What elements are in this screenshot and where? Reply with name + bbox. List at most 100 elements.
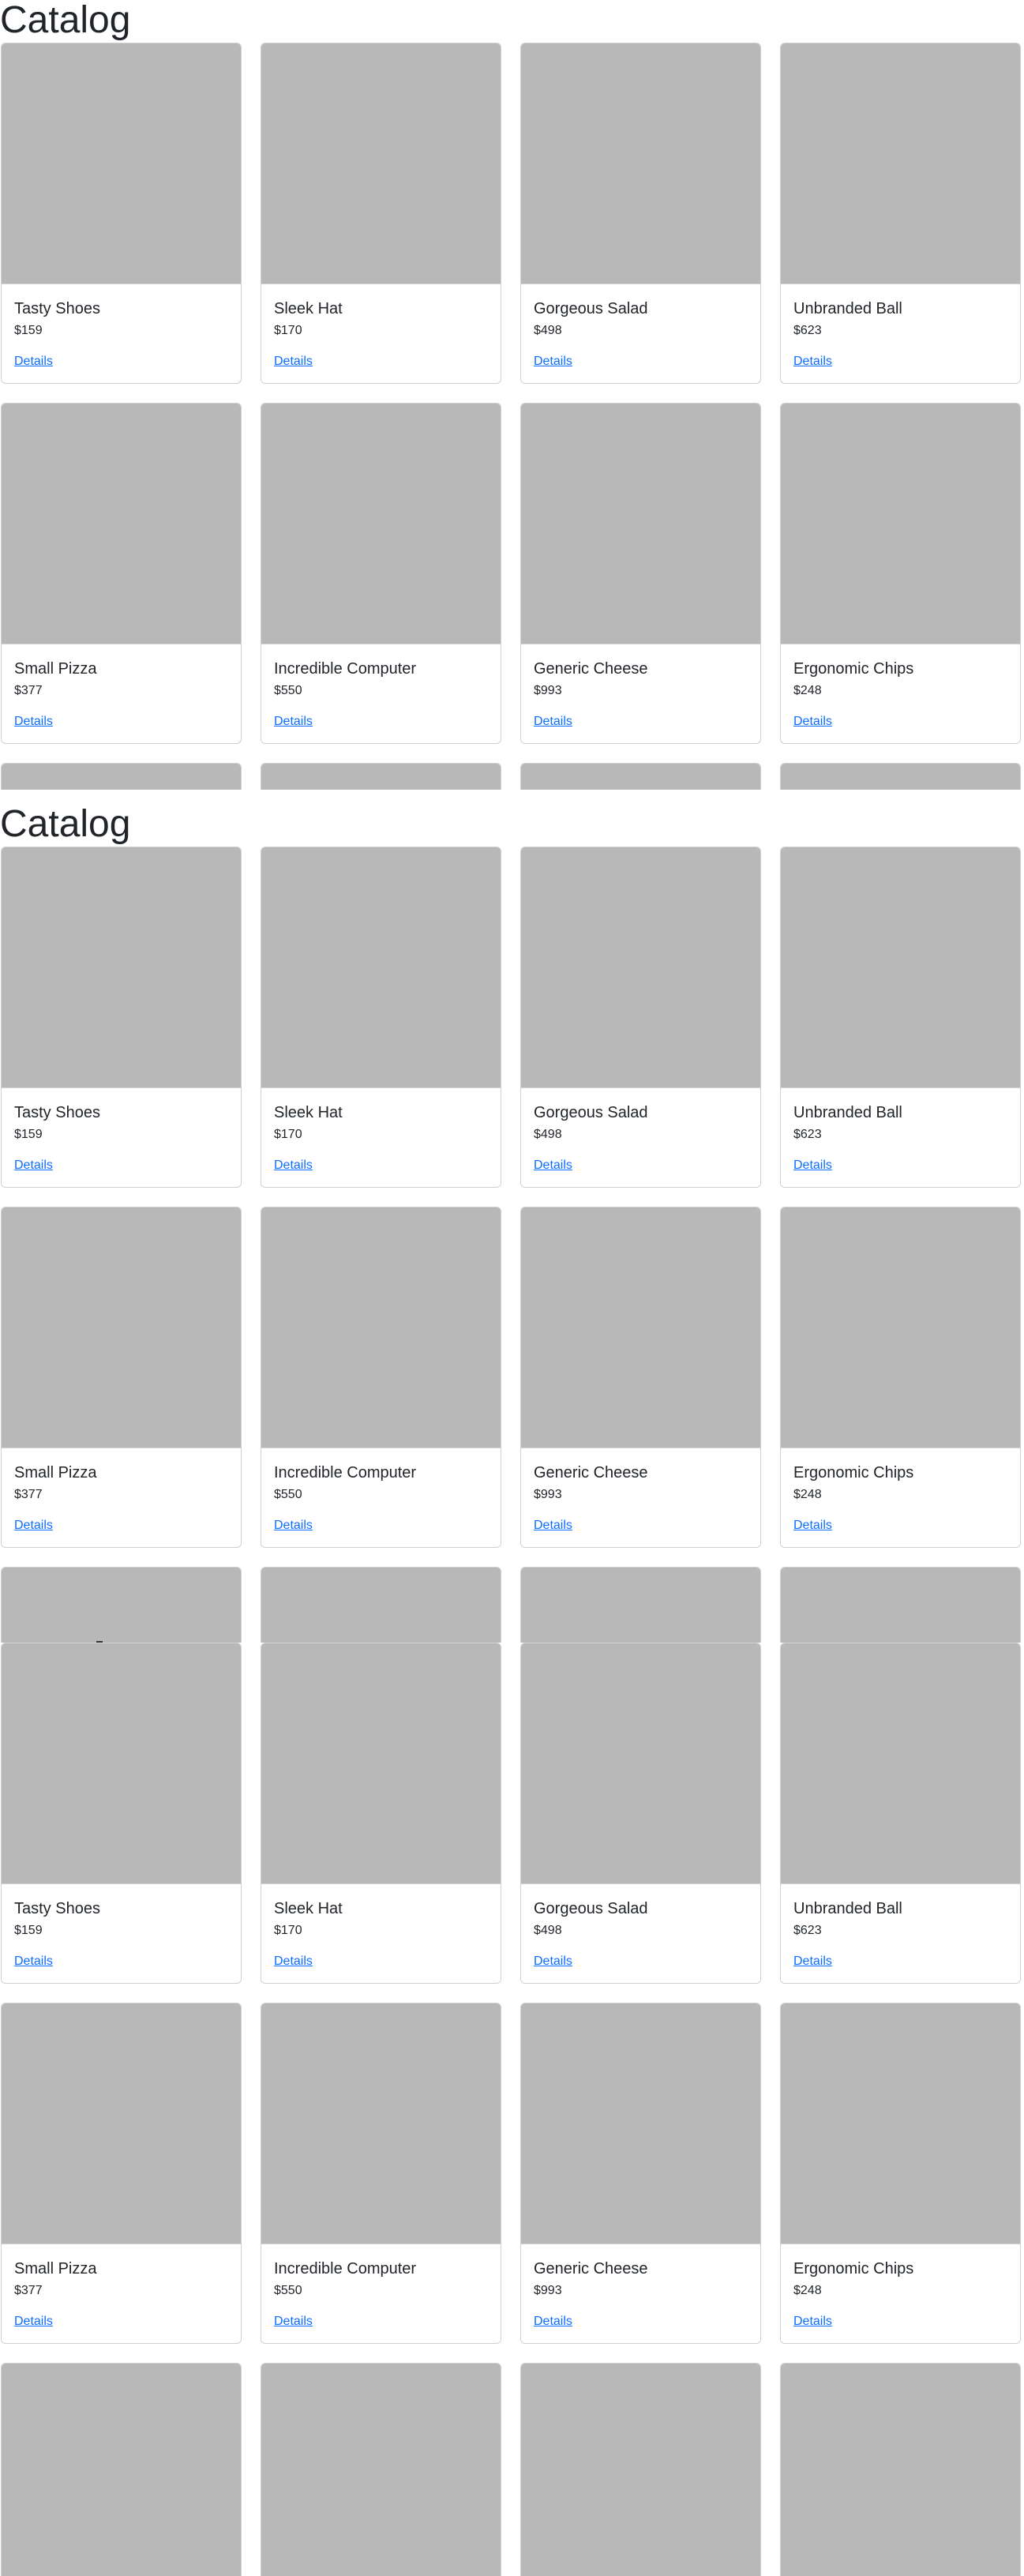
- product-price: $550: [274, 684, 302, 697]
- details-link[interactable]: Details: [14, 1158, 53, 1172]
- details-link[interactable]: Details: [793, 1158, 832, 1172]
- product-price: $993: [534, 1488, 562, 1501]
- product-name: Unbranded Ball: [793, 1900, 902, 1917]
- details-link[interactable]: Details: [274, 1158, 313, 1172]
- product-card: Incredible Computer $550 Details: [261, 2003, 501, 2344]
- details-link[interactable]: Details: [534, 1519, 572, 1532]
- product-name: Generic Cheese: [534, 660, 648, 678]
- product-image: [261, 1207, 501, 1448]
- product-price: $159: [14, 1128, 43, 1141]
- details-link[interactable]: Details: [14, 1955, 53, 1968]
- product-card: Small Pizza $377 Details: [1, 2003, 242, 2344]
- product-price: $170: [274, 324, 302, 337]
- details-link[interactable]: Details: [793, 715, 832, 728]
- product-image: [2, 764, 241, 790]
- product-image: [261, 404, 501, 644]
- product-price: $623: [793, 1128, 822, 1141]
- product-price: $623: [793, 324, 822, 337]
- product-name: Sleek Hat: [274, 1900, 343, 1917]
- product-image: [781, 2003, 1020, 2244]
- details-link[interactable]: Details: [534, 355, 572, 368]
- product-image: [2, 2364, 241, 2576]
- product-card: Unbranded Ball $623 Details: [780, 1643, 1021, 1984]
- product-price: $170: [274, 1924, 302, 1937]
- product-name: Incredible Computer: [274, 2260, 417, 2277]
- details-link[interactable]: Details: [793, 1519, 832, 1532]
- product-price: $248: [793, 2284, 822, 2297]
- product-card: Generic Cheese $993 Details: [520, 2003, 761, 2344]
- product-card-partial: [1, 1567, 242, 1643]
- details-link[interactable]: Details: [14, 2315, 53, 2328]
- details-link[interactable]: Details: [534, 715, 572, 728]
- details-link[interactable]: Details: [534, 2315, 572, 2328]
- product-card: Ergonomic Chips $248 Details: [780, 403, 1021, 744]
- product-card: Tasty Shoes $159 Details: [1, 847, 242, 1188]
- scroll-capture-2: Catalog Tasty Shoes $159 Details Sleek Hat…: [0, 804, 1024, 1643]
- product-image: [261, 1568, 501, 1643]
- product-image: [2, 1643, 241, 1884]
- details-link[interactable]: Details: [274, 2315, 313, 2328]
- product-name: Ergonomic Chips: [793, 660, 914, 678]
- product-name: Small Pizza: [14, 1464, 97, 1481]
- product-card: Small Pizza $377 Details: [1, 1207, 242, 1548]
- product-name: Generic Cheese: [534, 1464, 648, 1481]
- product-price: $550: [274, 1488, 302, 1501]
- product-image: [521, 847, 760, 1088]
- product-name: Gorgeous Salad: [534, 1104, 648, 1121]
- product-price: $550: [274, 2284, 302, 2297]
- product-price: $170: [274, 1128, 302, 1141]
- details-link[interactable]: Details: [274, 355, 313, 368]
- product-name: Generic Cheese: [534, 2260, 648, 2277]
- product-image: [521, 2003, 760, 2244]
- details-link[interactable]: Details: [274, 1519, 313, 1532]
- product-card: Generic Cheese $993 Details: [520, 1207, 761, 1548]
- product-card: Sleek Hat $170 Details: [261, 43, 501, 384]
- details-link[interactable]: Details: [14, 715, 53, 728]
- product-image: [521, 1568, 760, 1643]
- product-name: Incredible Computer: [274, 1464, 417, 1481]
- product-image: [781, 2364, 1020, 2576]
- details-link[interactable]: Details: [274, 715, 313, 728]
- product-card: Incredible Computer $550 Details: [261, 403, 501, 744]
- product-price: $248: [793, 1488, 822, 1501]
- details-link[interactable]: Details: [793, 1955, 832, 1968]
- product-image: [521, 43, 760, 284]
- product-card: Incredible Computer $550 Details: [261, 1207, 501, 1548]
- product-name: Unbranded Ball: [793, 1104, 902, 1121]
- details-link[interactable]: Details: [274, 1955, 313, 1968]
- product-price: $248: [793, 684, 822, 697]
- product-price: $993: [534, 684, 562, 697]
- details-link[interactable]: Details: [14, 355, 53, 368]
- product-grid: Tasty Shoes $159 Details Sleek Hat $170 Deta…: [0, 1643, 1024, 2576]
- details-link[interactable]: Details: [534, 1158, 572, 1172]
- product-card-partial: [261, 763, 501, 790]
- product-card-partial: [780, 763, 1021, 790]
- details-link[interactable]: Details: [14, 1519, 53, 1532]
- product-card-partial: [520, 1567, 761, 1643]
- product-image: [781, 1568, 1020, 1643]
- details-link[interactable]: Details: [534, 1955, 572, 1968]
- product-image: [781, 847, 1020, 1088]
- product-name: Tasty Shoes: [14, 1900, 100, 1917]
- details-link[interactable]: Details: [793, 2315, 832, 2328]
- product-name: Incredible Computer: [274, 660, 417, 678]
- product-card: Ergonomic Chips $248 Details: [780, 2003, 1021, 2344]
- product-price: $377: [14, 2284, 43, 2297]
- product-card-partial: [520, 2363, 761, 2576]
- scroll-capture-3: Tasty Shoes $159 Details Sleek Hat $170 Deta…: [0, 1643, 1024, 2576]
- product-price: $159: [14, 1924, 43, 1937]
- product-image: [781, 1643, 1020, 1884]
- product-image: [261, 2364, 501, 2576]
- product-price: $498: [534, 1128, 562, 1141]
- product-image: [521, 2364, 760, 2576]
- product-card: Sleek Hat $170 Details: [261, 1643, 501, 1984]
- product-price: $159: [14, 324, 43, 337]
- product-name: Sleek Hat: [274, 1104, 343, 1121]
- product-image: [261, 764, 501, 790]
- product-name: Unbranded Ball: [793, 300, 902, 317]
- details-link[interactable]: Details: [793, 355, 832, 368]
- product-card: Unbranded Ball $623 Details: [780, 43, 1021, 384]
- product-price: $498: [534, 324, 562, 337]
- product-card-partial: [520, 763, 761, 790]
- product-card-partial: [1, 763, 242, 790]
